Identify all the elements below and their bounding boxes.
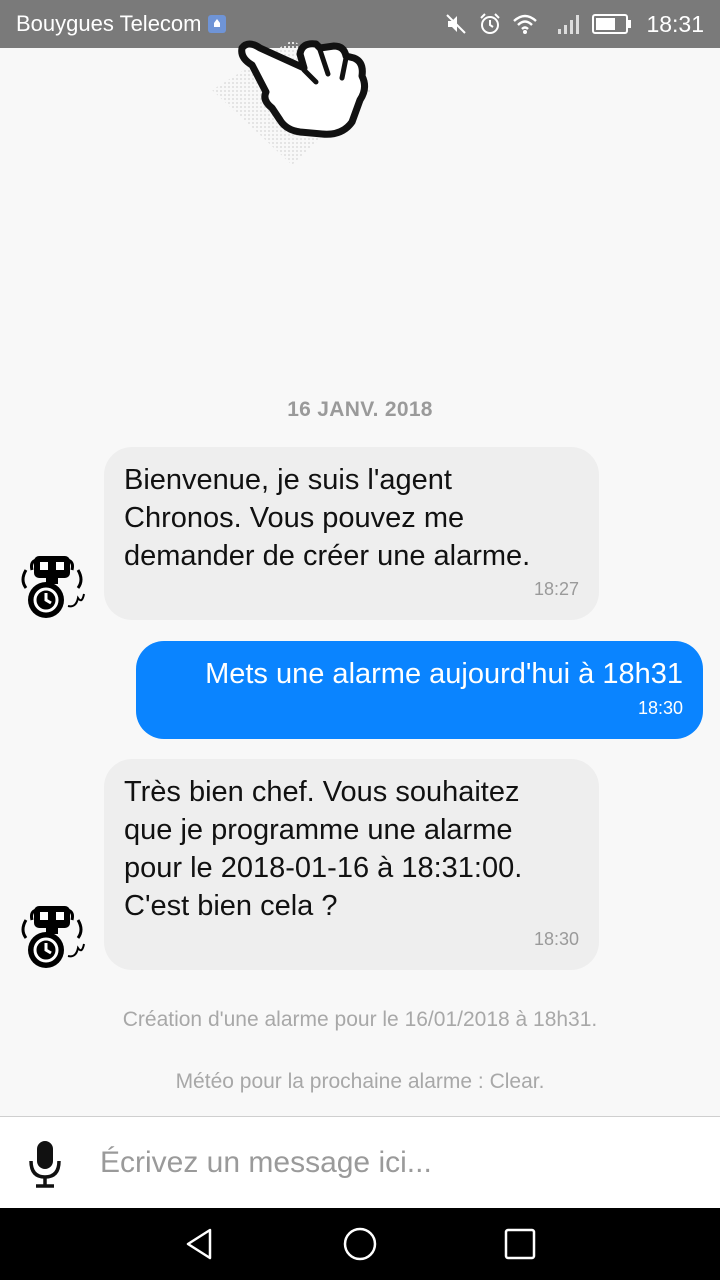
mute-icon (446, 14, 467, 34)
message-time: 18:30 (533, 929, 579, 949)
status-icons: 18:31 (444, 11, 704, 38)
bot-avatar-icon (21, 906, 85, 968)
alarm-icon (480, 13, 501, 34)
system-message: Météo pour la prochaine alarme : Clear. (175, 1070, 545, 1093)
date-separator: 16 JANV. 2018 (287, 398, 433, 421)
system-message: Création d'une alarme pour le 16/01/2018… (122, 1008, 598, 1031)
recent-apps-icon[interactable] (502, 1226, 538, 1262)
home-icon[interactable] (342, 1226, 378, 1262)
carrier-name: Bouygues Telecom (16, 11, 202, 36)
wifi-icon (513, 14, 538, 34)
message-text: Très bien chef. Vous souhaitez que je pr… (124, 776, 523, 922)
microphone-icon[interactable] (28, 1139, 62, 1189)
navigation-bar (0, 1208, 720, 1280)
message-composer (0, 1116, 720, 1208)
back-icon[interactable] (182, 1226, 218, 1262)
carrier: Bouygues Telecom (16, 11, 226, 37)
bot-avatar-icon (21, 556, 85, 618)
pointer-hand-icon (212, 40, 372, 165)
message-text: Bienvenue, je suis l'agent Chronos. Vous… (124, 464, 531, 572)
battery-icon (592, 14, 632, 34)
message-input[interactable] (100, 1135, 700, 1191)
clock: 18:31 (646, 10, 704, 37)
message-time: 18:27 (533, 579, 579, 599)
bot-message: Très bien chef. Vous souhaitez que je pr… (104, 759, 599, 970)
signal-icon (558, 15, 580, 34)
message-time: 18:30 (637, 698, 683, 718)
user-message: Mets une alarme aujourd'hui à 18h31 18:3… (136, 641, 703, 739)
bot-message: Bienvenue, je suis l'agent Chronos. Vous… (104, 447, 599, 620)
message-text: Mets une alarme aujourd'hui à 18h31 (205, 658, 683, 690)
